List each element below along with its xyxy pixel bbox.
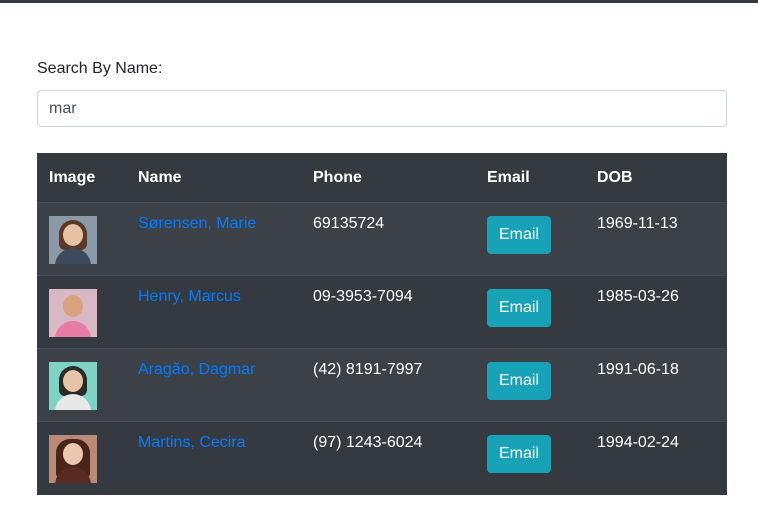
table-row: Henry, Marcus 09-3953-7094 Email 1985-03… (37, 275, 727, 349)
avatar (49, 289, 97, 337)
table-row: Martins, Cecira (97) 1243-6024 Email 199… (37, 421, 727, 495)
search-input[interactable] (37, 90, 727, 127)
table-row: Sørensen, Marie 69135724 Email 1969-11-1… (37, 202, 727, 276)
dob-cell: 1985-03-26 (585, 275, 727, 349)
top-border (0, 0, 758, 3)
name-link[interactable]: Aragão, Dagmar (138, 361, 255, 378)
table-row: Aragão, Dagmar (42) 8191-7997 Email 1991… (37, 348, 727, 422)
phone-cell: (42) 8191-7997 (301, 348, 475, 422)
name-cell: Sørensen, Marie (126, 202, 301, 276)
email-button[interactable]: Email (487, 216, 552, 254)
email-cell: Email (475, 275, 585, 349)
avatar (49, 216, 97, 264)
dob-cell: 1991-06-18 (585, 348, 727, 422)
avatar (49, 362, 97, 410)
header-name: Name (126, 153, 301, 203)
image-cell (37, 421, 126, 495)
header-phone: Phone (301, 153, 475, 203)
image-cell (37, 348, 126, 422)
name-cell: Martins, Cecira (126, 421, 301, 495)
header-dob: DOB (585, 153, 727, 203)
header-image: Image (37, 153, 126, 203)
image-cell (37, 202, 126, 276)
phone-cell: (97) 1243-6024 (301, 421, 475, 495)
email-cell: Email (475, 348, 585, 422)
header-email: Email (475, 153, 585, 203)
phone-cell: 09-3953-7094 (301, 275, 475, 349)
email-cell: Email (475, 421, 585, 495)
email-cell: Email (475, 202, 585, 276)
name-cell: Henry, Marcus (126, 275, 301, 349)
dob-cell: 1969-11-13 (585, 202, 727, 276)
name-link[interactable]: Sørensen, Marie (138, 215, 256, 232)
email-button[interactable]: Email (487, 435, 552, 473)
image-cell (37, 275, 126, 349)
avatar (49, 435, 97, 483)
name-link[interactable]: Martins, Cecira (138, 434, 246, 451)
name-cell: Aragão, Dagmar (126, 348, 301, 422)
email-button[interactable]: Email (487, 362, 552, 400)
dob-cell: 1994-02-24 (585, 421, 727, 495)
phone-cell: 69135724 (301, 202, 475, 276)
employee-table: Image Name Phone Email DOB Sørensen, Mar… (37, 153, 727, 495)
name-link[interactable]: Henry, Marcus (138, 288, 241, 305)
table-header-row: Image Name Phone Email DOB (37, 153, 727, 203)
search-label: Search By Name: (37, 60, 163, 77)
email-button[interactable]: Email (487, 289, 552, 327)
